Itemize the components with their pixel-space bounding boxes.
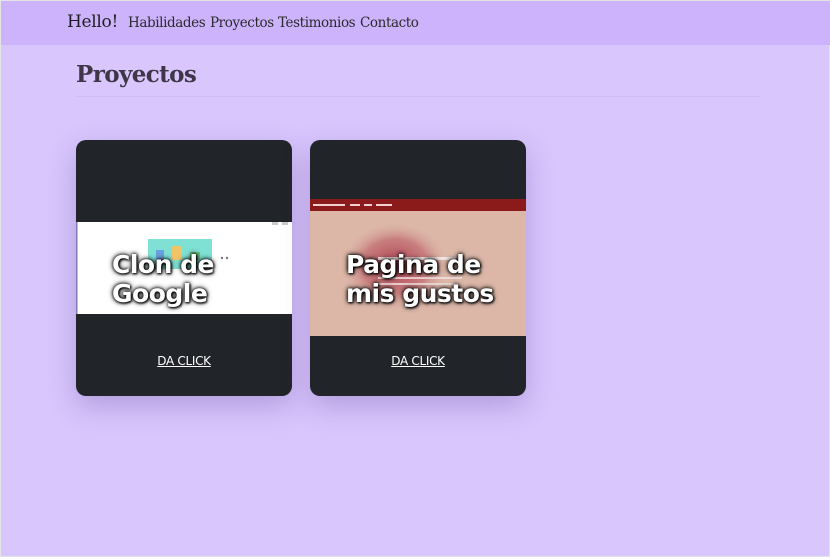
project-card-google: Clon de Google DA CLICK [76, 140, 292, 396]
nav-link-proyectos[interactable]: Proyectos [210, 15, 274, 31]
project-title-google: Clon de Google [112, 250, 214, 308]
project-link-gustos[interactable]: DA CLICK [310, 354, 526, 368]
section-title: Proyectos [76, 61, 197, 88]
navbar: Hello! Habilidades Proyectos Testimonios… [1, 1, 830, 45]
nav-link-habilidades[interactable]: Habilidades [128, 15, 206, 31]
project-card-gustos: Pagina de mis gustos DA CLICK [310, 140, 526, 396]
nav-link-contacto[interactable]: Contacto [360, 15, 419, 31]
project-title-gustos: Pagina de mis gustos [346, 250, 494, 308]
brand-link[interactable]: Hello! [67, 12, 118, 32]
project-link-google[interactable]: DA CLICK [76, 354, 292, 368]
nav-link-testimonios[interactable]: Testimonios [278, 15, 356, 31]
section-divider [76, 96, 761, 97]
